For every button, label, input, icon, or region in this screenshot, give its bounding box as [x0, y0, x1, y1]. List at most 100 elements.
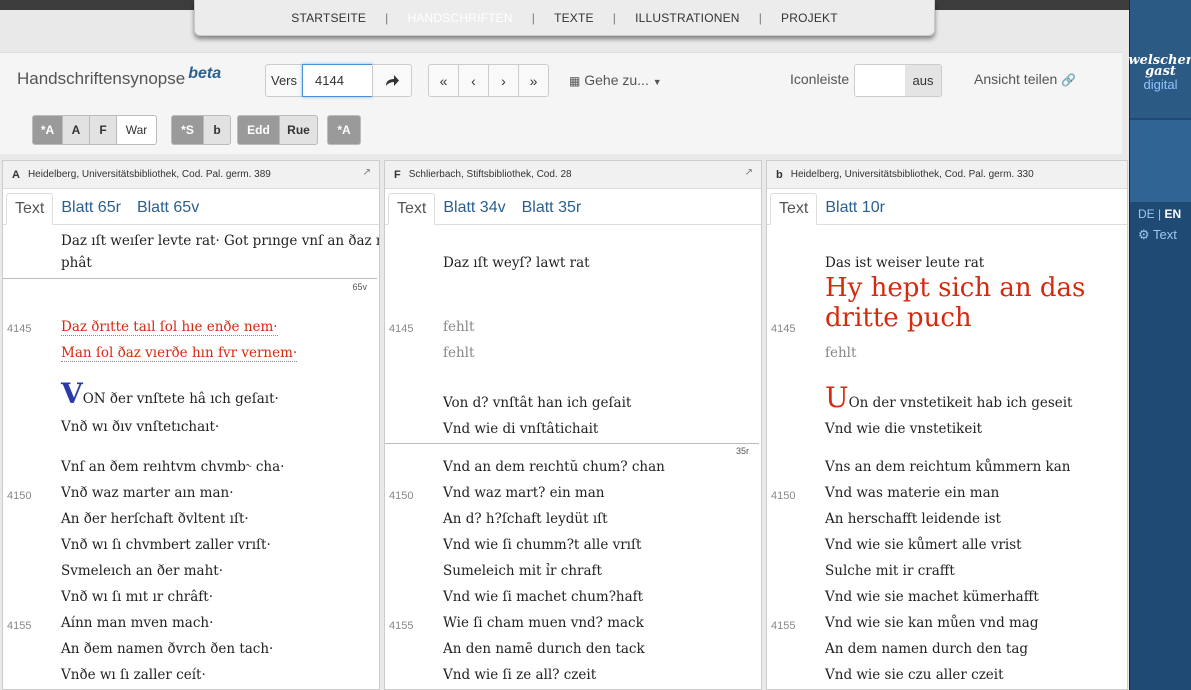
- panel-tabs: Text Blatt 65r Blatt 65v: [3, 189, 379, 225]
- verse-line: Vnd wie die vnstetikeit: [825, 421, 983, 437]
- verse-line: Vnð wı ſı chvmbert zaller vrıſt·: [61, 537, 271, 553]
- verse-line: Daz ıſt weyſ? lawt rat: [443, 255, 590, 271]
- main-nav: STARTSEITE | HANDSCHRIFTEN | TEXTE | ILL…: [194, 0, 935, 36]
- verse-line: Vnd was materie ein man: [825, 485, 1000, 501]
- ms-button-b[interactable]: b: [203, 115, 231, 145]
- verse-line: An d? h?ſchaft leydüt ıſt: [443, 511, 608, 527]
- rubric-text: Man ſol ðaz vıerðe hın fvr vernem·: [61, 345, 298, 362]
- right-sidebar: welscher gast digital DE | EN ⚙ Text: [1128, 0, 1191, 690]
- link-icon: 🔗: [1061, 73, 1077, 87]
- gear-icon: ⚙: [1138, 227, 1150, 242]
- nav-projekt[interactable]: PROJEKT: [781, 11, 838, 25]
- sidebar-block: [1130, 120, 1191, 202]
- ansicht-teilen-link[interactable]: Ansicht teilen 🔗: [974, 71, 1076, 87]
- share-arrow-icon: [386, 74, 399, 86]
- first-verse-button[interactable]: «: [428, 64, 459, 97]
- nav-separator: |: [385, 10, 389, 25]
- verse-line: Daz ıſt weıſer levte rat· Got prınge vnſ…: [61, 233, 380, 249]
- verse-number: 4150: [7, 490, 32, 502]
- panel-sigle: b: [776, 168, 783, 181]
- verse-line: Vnd wie sie czu aller czeit: [825, 667, 1004, 683]
- panel-sigle: F: [394, 168, 401, 181]
- toggle-off-label[interactable]: aus: [905, 65, 941, 96]
- tab-text[interactable]: Text: [388, 193, 436, 225]
- ms-button-edd[interactable]: Edd: [237, 115, 280, 145]
- nav-handschriften[interactable]: HANDSCHRIFTEN: [407, 11, 512, 25]
- verse-line-missing: fehlt: [825, 345, 857, 361]
- toggle-on-area[interactable]: [855, 65, 905, 96]
- panel-b: b Heidelberg, Universitätsbibliothek, Co…: [766, 160, 1128, 690]
- ms-button-star-s[interactable]: *S: [171, 115, 204, 145]
- page-title: Handschriftensynopse beta: [17, 65, 221, 89]
- verse-number: 4145: [389, 323, 414, 335]
- verse-line: Vnð waz marter aın man·: [61, 485, 234, 501]
- lang-en[interactable]: EN: [1164, 207, 1181, 221]
- language-switch: DE | EN: [1130, 207, 1191, 221]
- ms-button-f[interactable]: F: [89, 115, 117, 145]
- verse-line: An ðem namen ðvrch ðen tach·: [61, 641, 274, 657]
- nav-startseite[interactable]: STARTSEITE: [291, 11, 366, 25]
- verse-line: An den namē durıch den tack: [443, 641, 645, 657]
- panel-f: F Schlierbach, Stiftsbibliothek, Cod. 28…: [384, 160, 762, 690]
- panel-header: F Schlierbach, Stiftsbibliothek, Cod. 28…: [385, 161, 761, 189]
- tab-blatt-10r[interactable]: Blatt 10r: [817, 193, 893, 224]
- verse-line-initial: UOn der vnstetikeit hab ich geseit: [825, 381, 1072, 414]
- panel-tabs: Text Blatt 10r: [767, 189, 1127, 225]
- verse-line: Vnd wie sie machet kümerhafft: [825, 589, 1039, 605]
- ms-button-rue[interactable]: Rue: [279, 115, 318, 145]
- verse-navigation: « ‹ › »: [428, 64, 549, 97]
- verse-text: ON ðer vnſtete hâ ıch geſaıt·: [82, 391, 279, 407]
- nav-separator: |: [758, 10, 763, 25]
- ms-button-war[interactable]: War: [116, 115, 157, 145]
- verse-line: Vnð wı ſı mıt ır chrâft·: [61, 589, 214, 605]
- tab-text[interactable]: Text: [770, 193, 818, 225]
- initial-letter: V: [61, 377, 83, 410]
- verse-line: Vnð wı ðıv vnſtetıchaıt·: [61, 419, 220, 435]
- ansicht-teilen-label: Ansicht teilen: [974, 71, 1058, 87]
- book-heading: Hy hept sich an das dritte puch: [825, 273, 1086, 333]
- verse-number: 4150: [389, 490, 414, 502]
- logo-line-3: digital: [1143, 77, 1178, 92]
- verse-line: Vns an dem reichtum kůmmern kan: [825, 459, 1071, 475]
- nav-illustrationen[interactable]: ILLUSTRATIONEN: [635, 11, 740, 25]
- verse-line: An dem namen durch den tag: [825, 641, 1029, 657]
- tab-blatt-65r[interactable]: Blatt 65r: [53, 193, 129, 224]
- prev-verse-button[interactable]: ‹: [458, 64, 489, 97]
- verse-line: Vnd wie di vnſtâtichait: [443, 421, 599, 437]
- ms-button-star-a[interactable]: *A: [32, 115, 63, 145]
- iconleiste-toggle[interactable]: aus: [854, 64, 942, 97]
- external-link-icon[interactable]: ↗: [745, 167, 753, 178]
- verse-line: Vnd an dem reıchtŭ chum? chan: [443, 459, 665, 475]
- panel-sigle: A: [12, 168, 20, 181]
- verse-line: Vnd wie ſi machet chum?haft: [443, 589, 644, 605]
- ms-button-a[interactable]: A: [62, 115, 90, 145]
- panel-manuscript-name: Heidelberg, Universitätsbibliothek, Cod.…: [790, 169, 1034, 180]
- logo[interactable]: welscher gast digital: [1128, 0, 1191, 118]
- panel-header: b Heidelberg, Universitätsbibliothek, Co…: [767, 161, 1127, 189]
- tab-blatt-65v[interactable]: Blatt 65v: [129, 193, 207, 224]
- sidebar-text-link[interactable]: ⚙ Text: [1130, 227, 1191, 243]
- gehe-zu-dropdown[interactable]: ▦ Gehe zu... ▼: [569, 72, 662, 88]
- verse-text: On der vnstetikeit hab ich geseit: [848, 395, 1073, 411]
- tab-text[interactable]: Text: [6, 193, 54, 225]
- last-verse-button[interactable]: »: [518, 64, 549, 97]
- lang-de[interactable]: DE: [1138, 207, 1155, 221]
- iconleiste-label: Iconleiste: [790, 71, 850, 87]
- verse-line: An herschafft leidende ist: [825, 511, 1001, 527]
- nav-separator: |: [531, 10, 536, 25]
- verse-line: Das ist weiser leute rat: [825, 255, 985, 271]
- tab-blatt-34v[interactable]: Blatt 34v: [435, 193, 513, 224]
- goto-verse-button[interactable]: [372, 64, 412, 97]
- external-link-icon[interactable]: ↗: [363, 167, 371, 178]
- next-verse-button[interactable]: ›: [488, 64, 519, 97]
- verse-line-rubric: Man ſol ðaz vıerðe hın fvr vernem·: [61, 345, 298, 362]
- panel-a: A Heidelberg, Universitätsbibliothek, Co…: [2, 160, 380, 690]
- ms-button-star-a-2[interactable]: *A: [327, 115, 361, 145]
- verse-number: 4155: [7, 620, 32, 632]
- tab-blatt-35r[interactable]: Blatt 35r: [514, 193, 590, 224]
- vers-input[interactable]: 4144: [302, 64, 373, 97]
- nav-separator: |: [612, 10, 617, 25]
- verse-line: Vnd wie ſi ze all? czeit: [443, 667, 597, 683]
- nav-texte[interactable]: TEXTE: [554, 11, 594, 25]
- verse-number: 4150: [771, 490, 796, 502]
